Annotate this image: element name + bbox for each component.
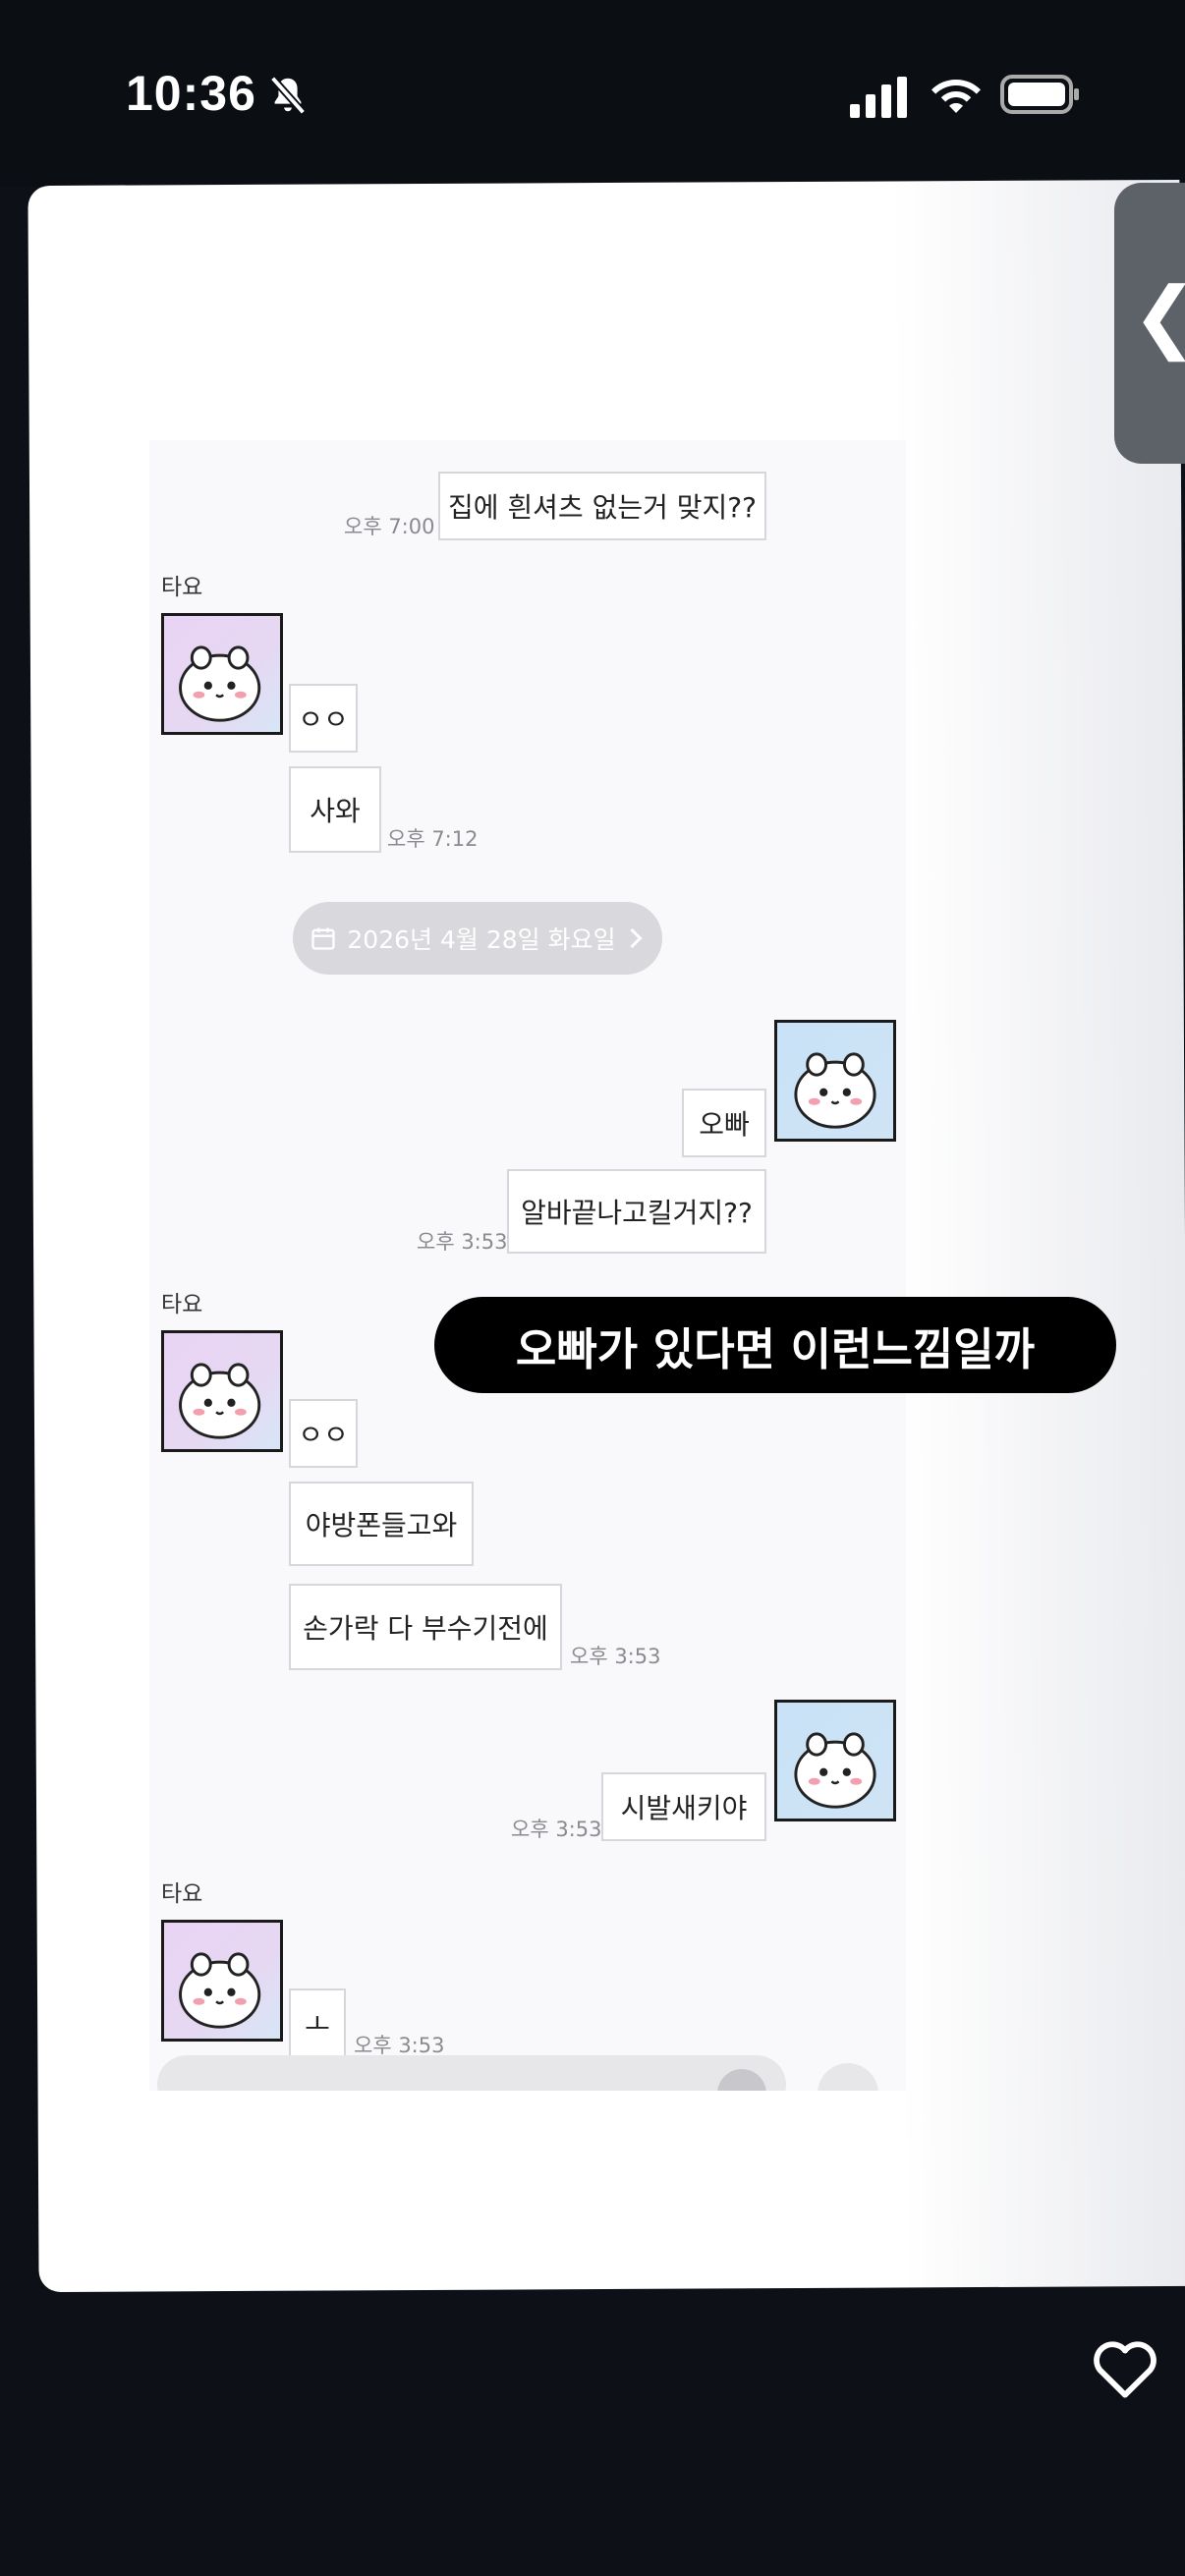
avatar[interactable] xyxy=(774,1700,896,1821)
message-time: 오후 7:00 xyxy=(344,515,435,538)
sender-name: 타요 xyxy=(161,1292,203,1317)
heart-icon[interactable] xyxy=(1091,2336,1159,2399)
hamster-avatar-icon xyxy=(794,1052,876,1129)
chat-bubble: 집에 흰셔츠 없는거 맞지?? xyxy=(438,472,766,540)
sender-name: 타요 xyxy=(161,575,203,600)
chat-bubble: ㅇㅇ xyxy=(289,1399,358,1468)
chevron-right-icon xyxy=(630,927,643,949)
avatar[interactable] xyxy=(161,613,283,735)
message-time: 오후 3:53 xyxy=(511,1818,602,1841)
wifi-icon xyxy=(931,80,981,113)
chevron-left-icon: ❮ xyxy=(1132,277,1185,356)
chat-bubble: 손가락 다 부수기전에 xyxy=(289,1584,562,1670)
message-time: 오후 3:53 xyxy=(417,1230,508,1254)
sender-name: 타요 xyxy=(161,1881,203,1907)
message-time: 오후 3:53 xyxy=(570,1645,661,1668)
date-separator-label: 2026년 4월 28일 화요일 xyxy=(347,925,616,954)
date-separator[interactable]: 2026년 4월 28일 화요일 xyxy=(293,902,662,975)
chat-bubble: 시발새키야 xyxy=(601,1772,766,1841)
status-bar: 10:36 xyxy=(0,0,1185,187)
chat-bubble: 알바끝나고킬거지?? xyxy=(507,1169,766,1254)
side-panel-tab[interactable]: ❮ xyxy=(1114,183,1185,464)
chat-bubble: 사와 xyxy=(289,766,381,853)
battery-icon xyxy=(1000,75,1079,114)
calendar-icon xyxy=(311,927,336,950)
hamster-avatar-icon xyxy=(794,1732,876,1809)
hamster-avatar-icon xyxy=(179,645,261,722)
status-time: 10:36 xyxy=(126,66,256,121)
hamster-avatar-icon xyxy=(179,1952,261,2029)
chat-bubble: 오빠 xyxy=(682,1089,766,1157)
chat-bubble: ㅇㅇ xyxy=(289,684,358,753)
story-caption: 오빠가 있다면 이런느낌일까 xyxy=(434,1297,1116,1393)
send-button[interactable] xyxy=(818,2063,878,2091)
cellular-signal-icon xyxy=(850,77,907,118)
avatar[interactable] xyxy=(161,1920,283,2042)
chat-bubble: ㅗ xyxy=(289,1988,346,2057)
avatar[interactable] xyxy=(774,1020,896,1142)
avatar[interactable] xyxy=(161,1330,283,1452)
chat-bubble: 야방폰들고와 xyxy=(289,1482,474,1566)
message-time: 오후 7:12 xyxy=(387,827,479,851)
hamster-avatar-icon xyxy=(179,1363,261,1439)
chat-screenshot: 집에 흰셔츠 없는거 맞지?? 오후 7:00 타요 ㅇㅇ 사와 오후 7:12… xyxy=(149,440,906,2091)
message-input-bar[interactable] xyxy=(157,2055,786,2091)
bell-slash-icon xyxy=(269,76,307,115)
